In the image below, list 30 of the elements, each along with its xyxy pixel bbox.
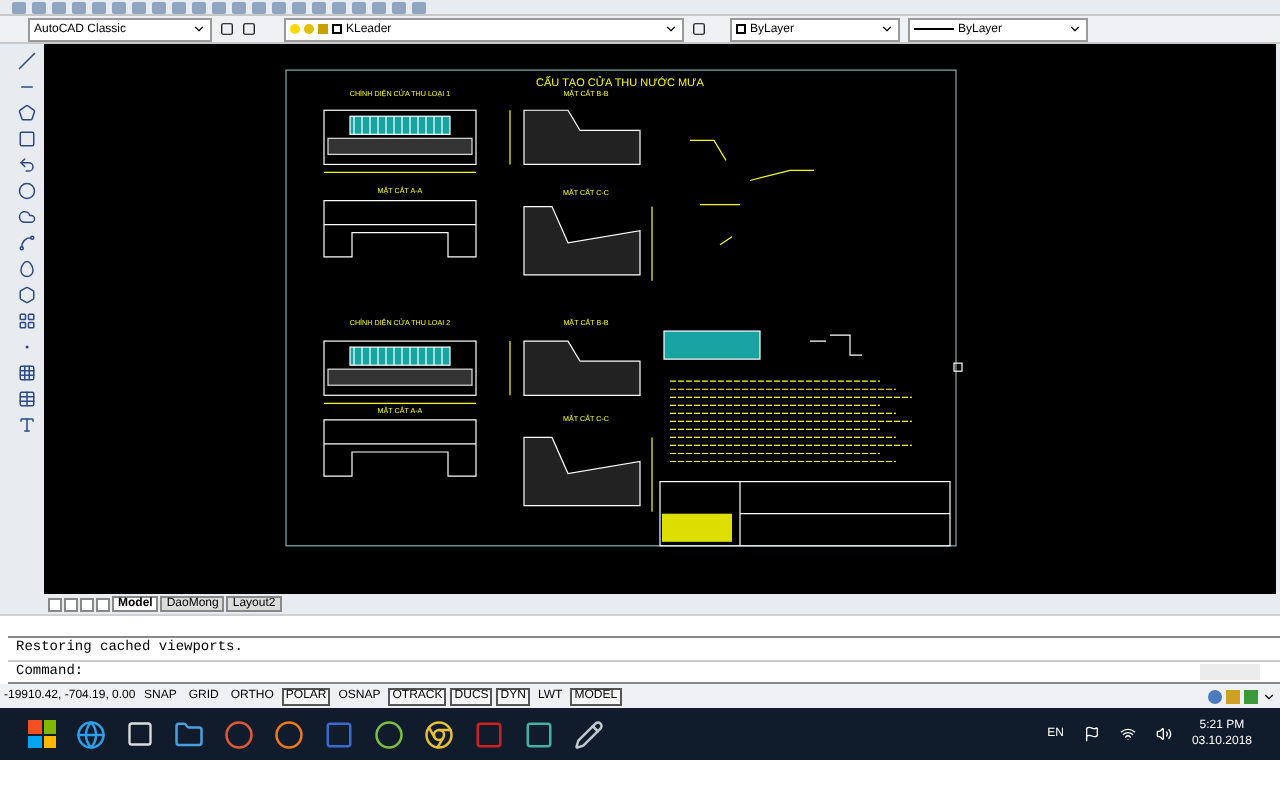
scrollbar[interactable] [1200, 664, 1260, 680]
wifi-icon[interactable] [1119, 726, 1136, 742]
block-icon[interactable] [17, 312, 35, 330]
cloud-icon[interactable] [17, 208, 35, 226]
circle-icon[interactable] [17, 182, 35, 200]
polygon-icon[interactable] [17, 104, 35, 122]
hatch-icon[interactable] [17, 364, 35, 382]
spline-icon[interactable] [17, 234, 35, 252]
caret-icon [192, 22, 206, 36]
rectangle-icon[interactable] [17, 130, 35, 148]
text-icon[interactable] [17, 416, 35, 434]
caret-icon[interactable] [1262, 689, 1276, 703]
windows-logo-icon[interactable] [28, 720, 56, 748]
arc-icon[interactable] [17, 156, 35, 174]
folder-icon[interactable] [174, 719, 204, 749]
caret-icon [664, 22, 678, 36]
hexagon-icon[interactable] [17, 286, 35, 304]
flag-icon[interactable] [1083, 726, 1100, 742]
layer-icon[interactable] [692, 22, 706, 36]
caret-icon [1068, 22, 1082, 36]
volume-icon[interactable] [1155, 726, 1172, 742]
line-icon[interactable] [17, 52, 35, 70]
color-swatch-icon [736, 24, 746, 34]
tray-icon[interactable] [1208, 689, 1222, 703]
app-icon[interactable] [524, 719, 554, 749]
caret-icon [880, 22, 894, 36]
table-icon[interactable] [17, 390, 35, 408]
line-sample-icon [914, 28, 954, 30]
layer-color-icon [332, 24, 342, 34]
app-icon[interactable] [374, 719, 404, 749]
